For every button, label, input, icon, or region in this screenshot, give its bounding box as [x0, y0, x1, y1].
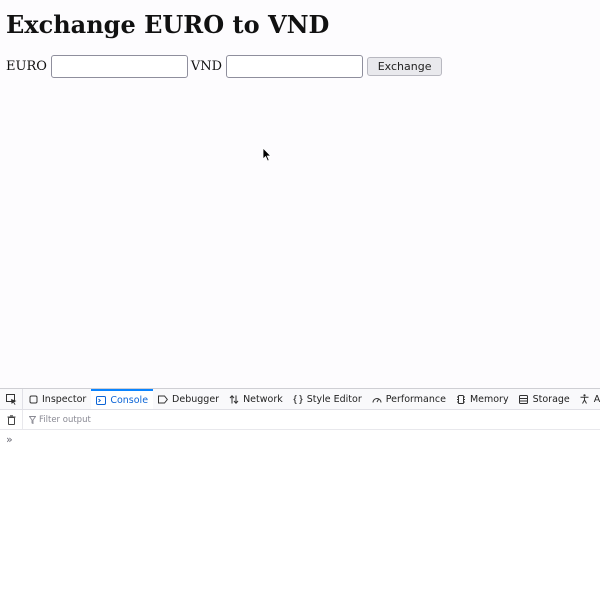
tab-label: Debugger	[172, 393, 220, 405]
tab-debugger[interactable]: Debugger	[153, 389, 224, 409]
tab-label: Network	[243, 393, 283, 405]
performance-icon	[372, 394, 382, 404]
tab-memory[interactable]: Memory	[451, 389, 514, 409]
style-editor-icon	[293, 394, 303, 404]
exchange-form: EURO VND Exchange	[6, 54, 443, 78]
tab-performance[interactable]: Performance	[367, 389, 451, 409]
tab-label: Memory	[469, 393, 509, 405]
filter-icon	[29, 415, 36, 424]
tab-console[interactable]: Console	[91, 389, 154, 409]
filter-output-field[interactable]: Filter output	[29, 415, 91, 425]
browser-viewport: Exchange EURO to VND EURO VND Exchange I…	[0, 0, 600, 591]
clear-console-button[interactable]	[0, 410, 23, 429]
tab-label: Accessibility	[593, 393, 600, 405]
inspector-icon	[28, 394, 38, 404]
page-content: Exchange EURO to VND EURO VND Exchange	[0, 0, 600, 389]
storage-icon	[519, 394, 529, 404]
tab-inspector[interactable]: Inspector	[23, 389, 91, 409]
tab-label: Performance	[385, 393, 446, 405]
tab-label: Storage	[532, 393, 570, 405]
accessibility-icon	[580, 394, 590, 404]
tab-storage[interactable]: Storage	[514, 389, 575, 409]
tab-label: Style Editor	[306, 393, 362, 405]
tab-label: Inspector	[42, 393, 87, 405]
filter-placeholder: Filter output	[39, 414, 91, 425]
page-title: Exchange EURO to VND	[6, 10, 330, 39]
euro-input[interactable]	[50, 54, 188, 78]
memory-icon	[456, 394, 466, 404]
trash-icon	[7, 414, 15, 425]
console-toolbar: Filter output	[0, 410, 600, 430]
network-icon	[229, 394, 239, 404]
tab-network[interactable]: Network	[224, 389, 288, 409]
exchange-button[interactable]: Exchange	[367, 56, 443, 76]
devtools-tabbar: Inspector Console Debugger Network Style Edi…	[0, 389, 600, 410]
euro-label: EURO	[6, 58, 47, 74]
debugger-icon	[158, 394, 168, 404]
tab-accessibility[interactable]: Accessibility	[575, 389, 600, 409]
element-picker-icon	[5, 393, 16, 405]
tab-label: Console	[110, 394, 149, 406]
devtools-tabs: Inspector Console Debugger Network Style Edi…	[23, 389, 600, 409]
console-icon	[96, 395, 107, 405]
vnd-input[interactable]	[226, 54, 364, 78]
mouse-pointer-icon	[262, 147, 272, 162]
console-prompt-icon[interactable]: »	[6, 433, 13, 446]
tab-style-editor[interactable]: Style Editor	[288, 389, 367, 409]
vnd-label: VND	[190, 58, 223, 74]
element-picker-button[interactable]	[0, 389, 23, 409]
devtools-panel: Inspector Console Debugger Network Style Edi…	[0, 388, 600, 591]
